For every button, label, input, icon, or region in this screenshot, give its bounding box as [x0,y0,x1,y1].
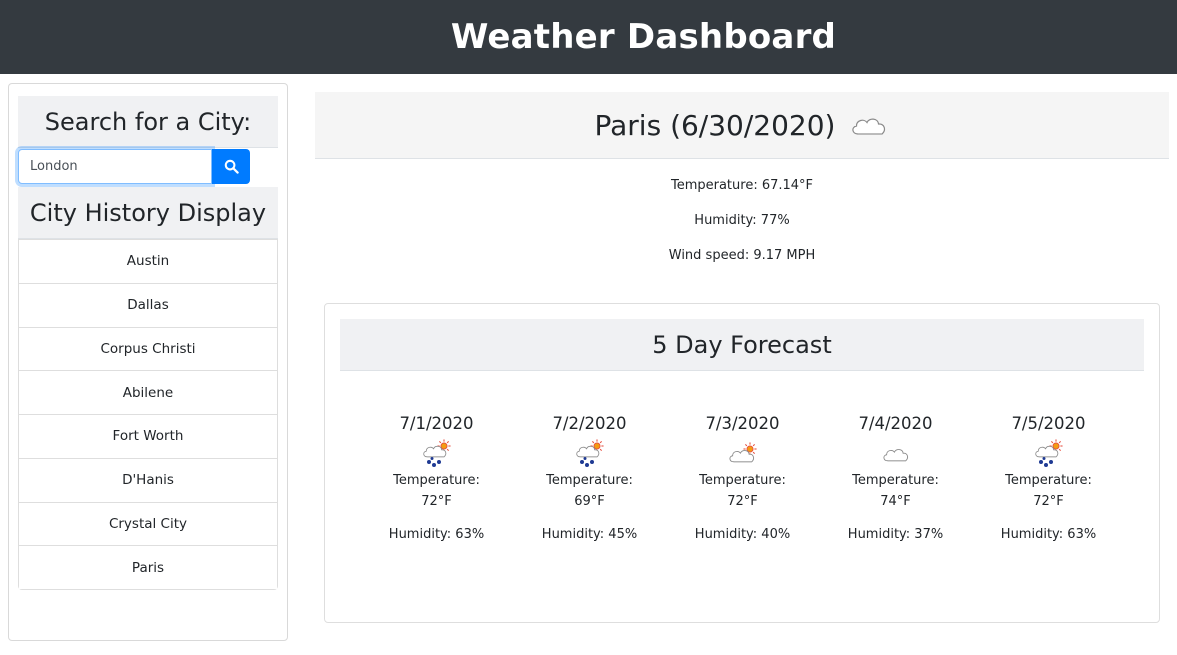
forecast-temp-label: Temperature: [546,473,633,488]
current-weather: Paris (6/30/2020) Temperature: 67.14°F H… [315,92,1169,273]
forecast-day: 7/1/2020 Temperature: 72°F Humidity: 63% [360,412,513,542]
search-heading: Search for a City: [18,96,278,148]
navbar: Weather Dashboard [0,0,1177,74]
forecast-heading: 5 Day Forecast [340,319,1144,371]
forecast-day: 7/2/2020 Temperature: 69°F Humidity: 45% [513,412,666,542]
forecast-temp: 72°F [421,494,452,509]
current-humidity: Humidity: 77% [694,213,790,228]
forecast-date: 7/2/2020 [552,414,627,433]
rain-sun-icon [360,436,513,470]
forecast-days: 7/1/2020 Temperature: 72°F Humidity: 63%… [360,412,1125,542]
forecast-temp: 72°F [727,494,758,509]
forecast-humidity: Humidity: 45% [541,527,638,542]
search-row [18,149,278,185]
cloud-icon [849,113,889,137]
forecast-temp-label: Temperature: [1005,473,1092,488]
history-item-austin[interactable]: Austin [19,239,277,283]
forecast-humidity: Humidity: 63% [388,527,485,542]
page-title: Weather Dashboard [450,17,837,57]
rain-sun-icon [513,436,666,470]
forecast-temp-label: Temperature: [852,473,939,488]
forecast-humidity: Humidity: 63% [1000,527,1097,542]
history-item-abilene[interactable]: Abilene [19,370,277,414]
forecast-day: 7/5/2020 Temperature: 72°F Humidity: 63% [972,412,1125,542]
forecast-humidity: Humidity: 37% [847,527,944,542]
history-heading: City History Display [18,187,278,239]
current-stats: Temperature: 67.14°F Humidity: 77% Wind … [315,168,1169,273]
search-input[interactable] [18,149,212,184]
current-weather-header: Paris (6/30/2020) [315,92,1169,159]
current-wind-speed: Wind speed: 9.17 MPH [668,248,816,263]
cloud-sun-icon [666,436,819,470]
history-list: Austin Dallas Corpus Christi Abilene For… [18,239,278,590]
forecast-temp: 74°F [880,494,911,509]
forecast-date: 7/3/2020 [705,414,780,433]
forecast-temp: 69°F [574,494,605,509]
rain-sun-icon [972,436,1125,470]
forecast-date: 7/4/2020 [858,414,933,433]
forecast-humidity: Humidity: 40% [694,527,791,542]
forecast-temp-label: Temperature: [699,473,786,488]
history-item-paris[interactable]: Paris [19,545,277,589]
forecast-day: 7/4/2020 Temperature: 74°F Humidity: 37% [819,412,972,542]
current-temperature: Temperature: 67.14°F [670,178,814,193]
history-item-dhanis[interactable]: D'Hanis [19,457,277,502]
history-item-corpus-christi[interactable]: Corpus Christi [19,326,277,371]
search-icon [224,159,239,174]
search-button[interactable] [212,149,250,184]
forecast-card: 5 Day Forecast 7/1/2020 Temperature: 72°… [324,303,1160,623]
forecast-temp: 72°F [1033,494,1064,509]
forecast-date: 7/5/2020 [1011,414,1086,433]
current-city-title: Paris (6/30/2020) [594,108,836,142]
forecast-temp-label: Temperature: [393,473,480,488]
forecast-day: 7/3/2020 Temperature: 72°F Humidity: 40% [666,412,819,542]
history-item-crystal-city[interactable]: Crystal City [19,501,277,546]
cloud-icon [819,436,972,470]
forecast-date: 7/1/2020 [399,414,474,433]
history-item-dallas[interactable]: Dallas [19,282,277,327]
history-item-fort-worth[interactable]: Fort Worth [19,414,277,458]
sidebar: Search for a City: City History Display … [8,83,288,641]
